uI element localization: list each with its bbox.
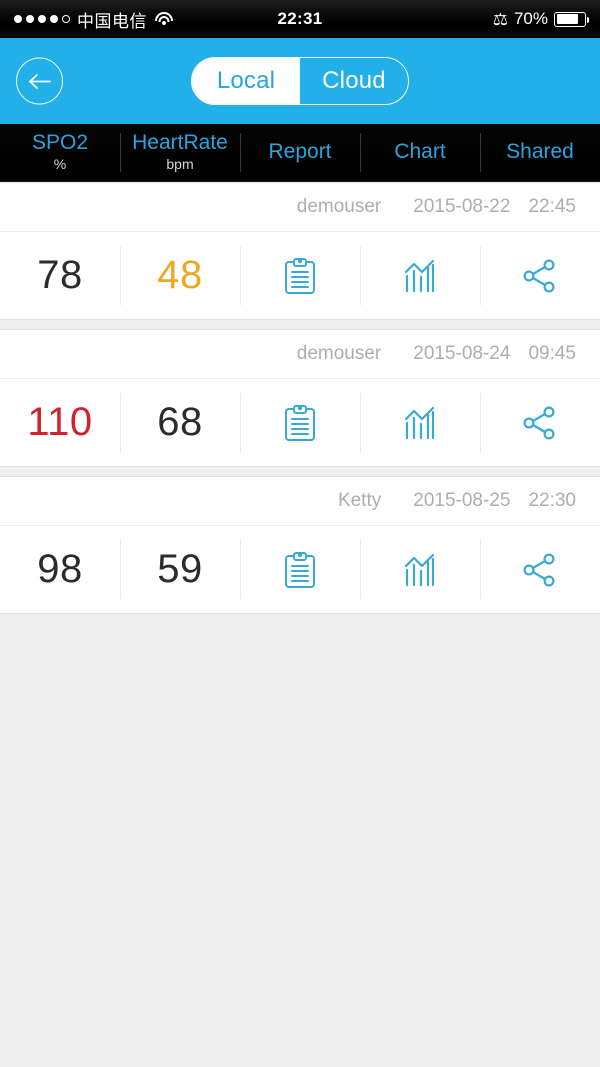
heartrate-value: 48 bbox=[157, 253, 203, 297]
table-row: 98 59 bbox=[0, 525, 600, 613]
record-date: 2015-08-25 bbox=[413, 490, 511, 511]
cell-heartrate: 48 bbox=[120, 232, 240, 319]
empty-area bbox=[0, 623, 600, 1067]
record-group: demouser 2015-08-22 22:45 78 48 bbox=[0, 182, 600, 320]
column-header-heartrate[interactable]: HeartRate bpm bbox=[120, 124, 240, 181]
cell-shared[interactable] bbox=[480, 232, 600, 319]
back-arrow-icon bbox=[27, 72, 53, 90]
cell-chart[interactable] bbox=[360, 379, 480, 466]
column-header-bar: SPO2 % HeartRate bpm Report Chart Shared bbox=[0, 124, 600, 182]
record-username: Ketty bbox=[337, 490, 382, 511]
record-time: 09:45 bbox=[528, 343, 576, 364]
record-list: demouser 2015-08-22 22:45 78 48 demouser… bbox=[0, 182, 600, 623]
record-date: 2015-08-22 bbox=[413, 196, 511, 217]
column-title: Report bbox=[268, 140, 332, 164]
column-unit: % bbox=[53, 155, 67, 172]
spo2-value: 110 bbox=[27, 400, 93, 444]
table-row: 110 68 bbox=[0, 378, 600, 466]
bar-chart-icon[interactable] bbox=[402, 552, 438, 588]
column-header-chart[interactable]: Chart bbox=[360, 124, 480, 181]
clipboard-report-icon[interactable] bbox=[283, 257, 317, 295]
heartrate-value: 59 bbox=[157, 547, 203, 591]
share-nodes-icon[interactable] bbox=[522, 405, 558, 440]
clipboard-report-icon[interactable] bbox=[283, 551, 317, 589]
record-date-time: 2015-08-24 09:45 bbox=[413, 343, 576, 365]
app-header: Local Cloud bbox=[0, 38, 600, 124]
cell-heartrate: 68 bbox=[120, 379, 240, 466]
status-bar: 中国电信 22:31 ⚖ 70% bbox=[0, 0, 600, 38]
record-date-time: 2015-08-25 22:30 bbox=[413, 490, 576, 512]
column-title: Chart bbox=[394, 140, 446, 164]
column-unit: bpm bbox=[166, 155, 194, 172]
cell-chart[interactable] bbox=[360, 526, 480, 613]
column-title: HeartRate bbox=[132, 130, 228, 154]
bar-chart-icon[interactable] bbox=[402, 405, 438, 441]
battery-icon bbox=[554, 11, 589, 27]
column-title: SPO2 bbox=[31, 130, 89, 154]
cell-spo2: 78 bbox=[0, 232, 120, 319]
record-date: 2015-08-24 bbox=[413, 343, 511, 364]
source-segmented-control[interactable]: Local Cloud bbox=[191, 57, 409, 105]
status-bar-clock: 22:31 bbox=[277, 9, 323, 28]
column-header-spo2[interactable]: SPO2 % bbox=[0, 124, 120, 181]
cell-chart[interactable] bbox=[360, 232, 480, 319]
clipboard-report-icon[interactable] bbox=[283, 404, 317, 442]
heartrate-value: 68 bbox=[157, 400, 203, 444]
cell-spo2: 98 bbox=[0, 526, 120, 613]
share-nodes-icon[interactable] bbox=[522, 552, 558, 587]
record-group: demouser 2015-08-24 09:45 110 68 bbox=[0, 329, 600, 467]
record-meta: demouser 2015-08-22 22:45 bbox=[0, 183, 600, 231]
record-meta: Ketty 2015-08-25 22:30 bbox=[0, 477, 600, 525]
cell-heartrate: 59 bbox=[120, 526, 240, 613]
column-header-report[interactable]: Report bbox=[240, 124, 360, 181]
cell-shared[interactable] bbox=[480, 379, 600, 466]
column-header-shared[interactable]: Shared bbox=[480, 124, 600, 181]
cell-report[interactable] bbox=[240, 526, 360, 613]
app-screen: 中国电信 22:31 ⚖ 70% Local Cloud SPO2 % Hear… bbox=[0, 0, 600, 1067]
bar-chart-icon[interactable] bbox=[402, 258, 438, 294]
record-date-time: 2015-08-22 22:45 bbox=[413, 196, 576, 218]
spo2-value: 98 bbox=[37, 547, 83, 591]
back-button[interactable] bbox=[16, 57, 63, 105]
table-row: 78 48 bbox=[0, 231, 600, 319]
record-username: demouser bbox=[296, 196, 382, 217]
share-nodes-icon[interactable] bbox=[522, 258, 558, 293]
cell-report[interactable] bbox=[240, 379, 360, 466]
record-username: demouser bbox=[296, 343, 382, 364]
cell-shared[interactable] bbox=[480, 526, 600, 613]
segment-local[interactable]: Local bbox=[192, 58, 300, 104]
record-time: 22:45 bbox=[528, 196, 576, 217]
cell-report[interactable] bbox=[240, 232, 360, 319]
spo2-value: 78 bbox=[37, 253, 83, 297]
record-time: 22:30 bbox=[528, 490, 576, 511]
record-meta: demouser 2015-08-24 09:45 bbox=[0, 330, 600, 378]
record-group: Ketty 2015-08-25 22:30 98 59 bbox=[0, 476, 600, 614]
segment-cloud[interactable]: Cloud bbox=[300, 58, 408, 104]
column-title: Shared bbox=[506, 140, 574, 164]
cell-spo2: 110 bbox=[0, 379, 120, 466]
